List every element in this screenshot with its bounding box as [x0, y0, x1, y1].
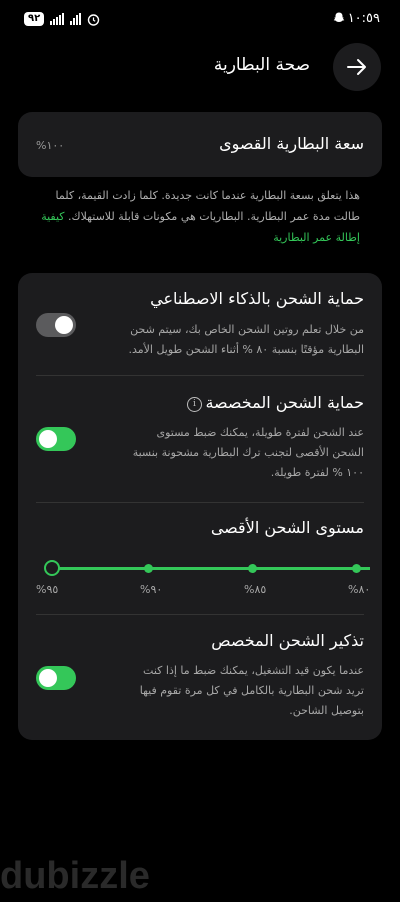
custom-protection-toggle[interactable] — [36, 427, 76, 451]
slider-stop-90[interactable] — [144, 564, 153, 573]
slider-stop-80[interactable] — [352, 564, 361, 573]
alarm-icon — [88, 13, 100, 26]
description-text: هذا يتعلق بسعة البطارية عندما كانت جديدة… — [55, 189, 360, 223]
toggle-knob — [39, 430, 57, 448]
slider-thumb[interactable] — [44, 560, 60, 576]
divider — [36, 614, 364, 615]
max-level-title: مستوى الشحن الأقصى — [210, 518, 364, 537]
tick-label: %٨٠ — [348, 583, 371, 596]
custom-protection-title: حماية الشحن المخصصة — [205, 393, 364, 412]
custom-protection-desc: عند الشحن لفترة طويلة، يمكنك ضبط مستوى ا… — [132, 426, 364, 479]
watermark-logo: dubizzle — [0, 855, 150, 897]
signal-icon — [50, 13, 65, 25]
signal-icon-2 — [70, 13, 82, 25]
status-bar: ٩٢ ١٠:٥٩ — [0, 0, 400, 40]
page-title: صحة البطارية — [213, 55, 310, 75]
battery-indicator: ٩٢ — [24, 12, 45, 26]
max-level-slider[interactable] — [44, 560, 374, 576]
charging-settings-card: حماية الشحن بالذكاء الاصطناعي من خلال تع… — [18, 273, 382, 740]
toggle-knob — [39, 669, 57, 687]
clock: ١٠:٥٩ — [347, 11, 380, 26]
ai-protection-desc: من خلال تعلم روتين الشحن الخاص بك، سيتم … — [128, 323, 364, 356]
max-capacity-title: سعة البطارية القصوى — [219, 134, 364, 153]
ghost-icon — [333, 12, 345, 22]
reminder-title: تذكير الشحن المخصص — [211, 631, 364, 650]
reminder-toggle[interactable] — [36, 666, 76, 690]
tick-label: %٨٥ — [244, 583, 267, 596]
divider — [36, 375, 364, 376]
ai-protection-title: حماية الشحن بالذكاء الاصطناعي — [150, 289, 364, 308]
slider-stop-85[interactable] — [248, 564, 257, 573]
max-capacity-card: سعة البطارية القصوى %١٠٠ — [18, 112, 382, 177]
divider — [36, 502, 364, 503]
status-left: ٩٢ — [24, 11, 100, 27]
ai-protection-toggle[interactable] — [36, 313, 76, 337]
tick-label: %٩٥ — [36, 583, 59, 596]
back-button[interactable] — [333, 43, 381, 91]
arrow-right-icon — [347, 59, 366, 75]
reminder-desc: عندما يكون قيد التشغيل، يمكنك ضبط ما إذا… — [139, 664, 364, 717]
info-icon[interactable]: i — [187, 397, 202, 412]
tick-label: %٩٠ — [140, 583, 163, 596]
toggle-knob — [55, 316, 73, 334]
max-capacity-value: %١٠٠ — [36, 139, 65, 152]
slider-track — [52, 567, 370, 570]
battery-description: هذا يتعلق بسعة البطارية عندما كانت جديدة… — [40, 185, 360, 248]
